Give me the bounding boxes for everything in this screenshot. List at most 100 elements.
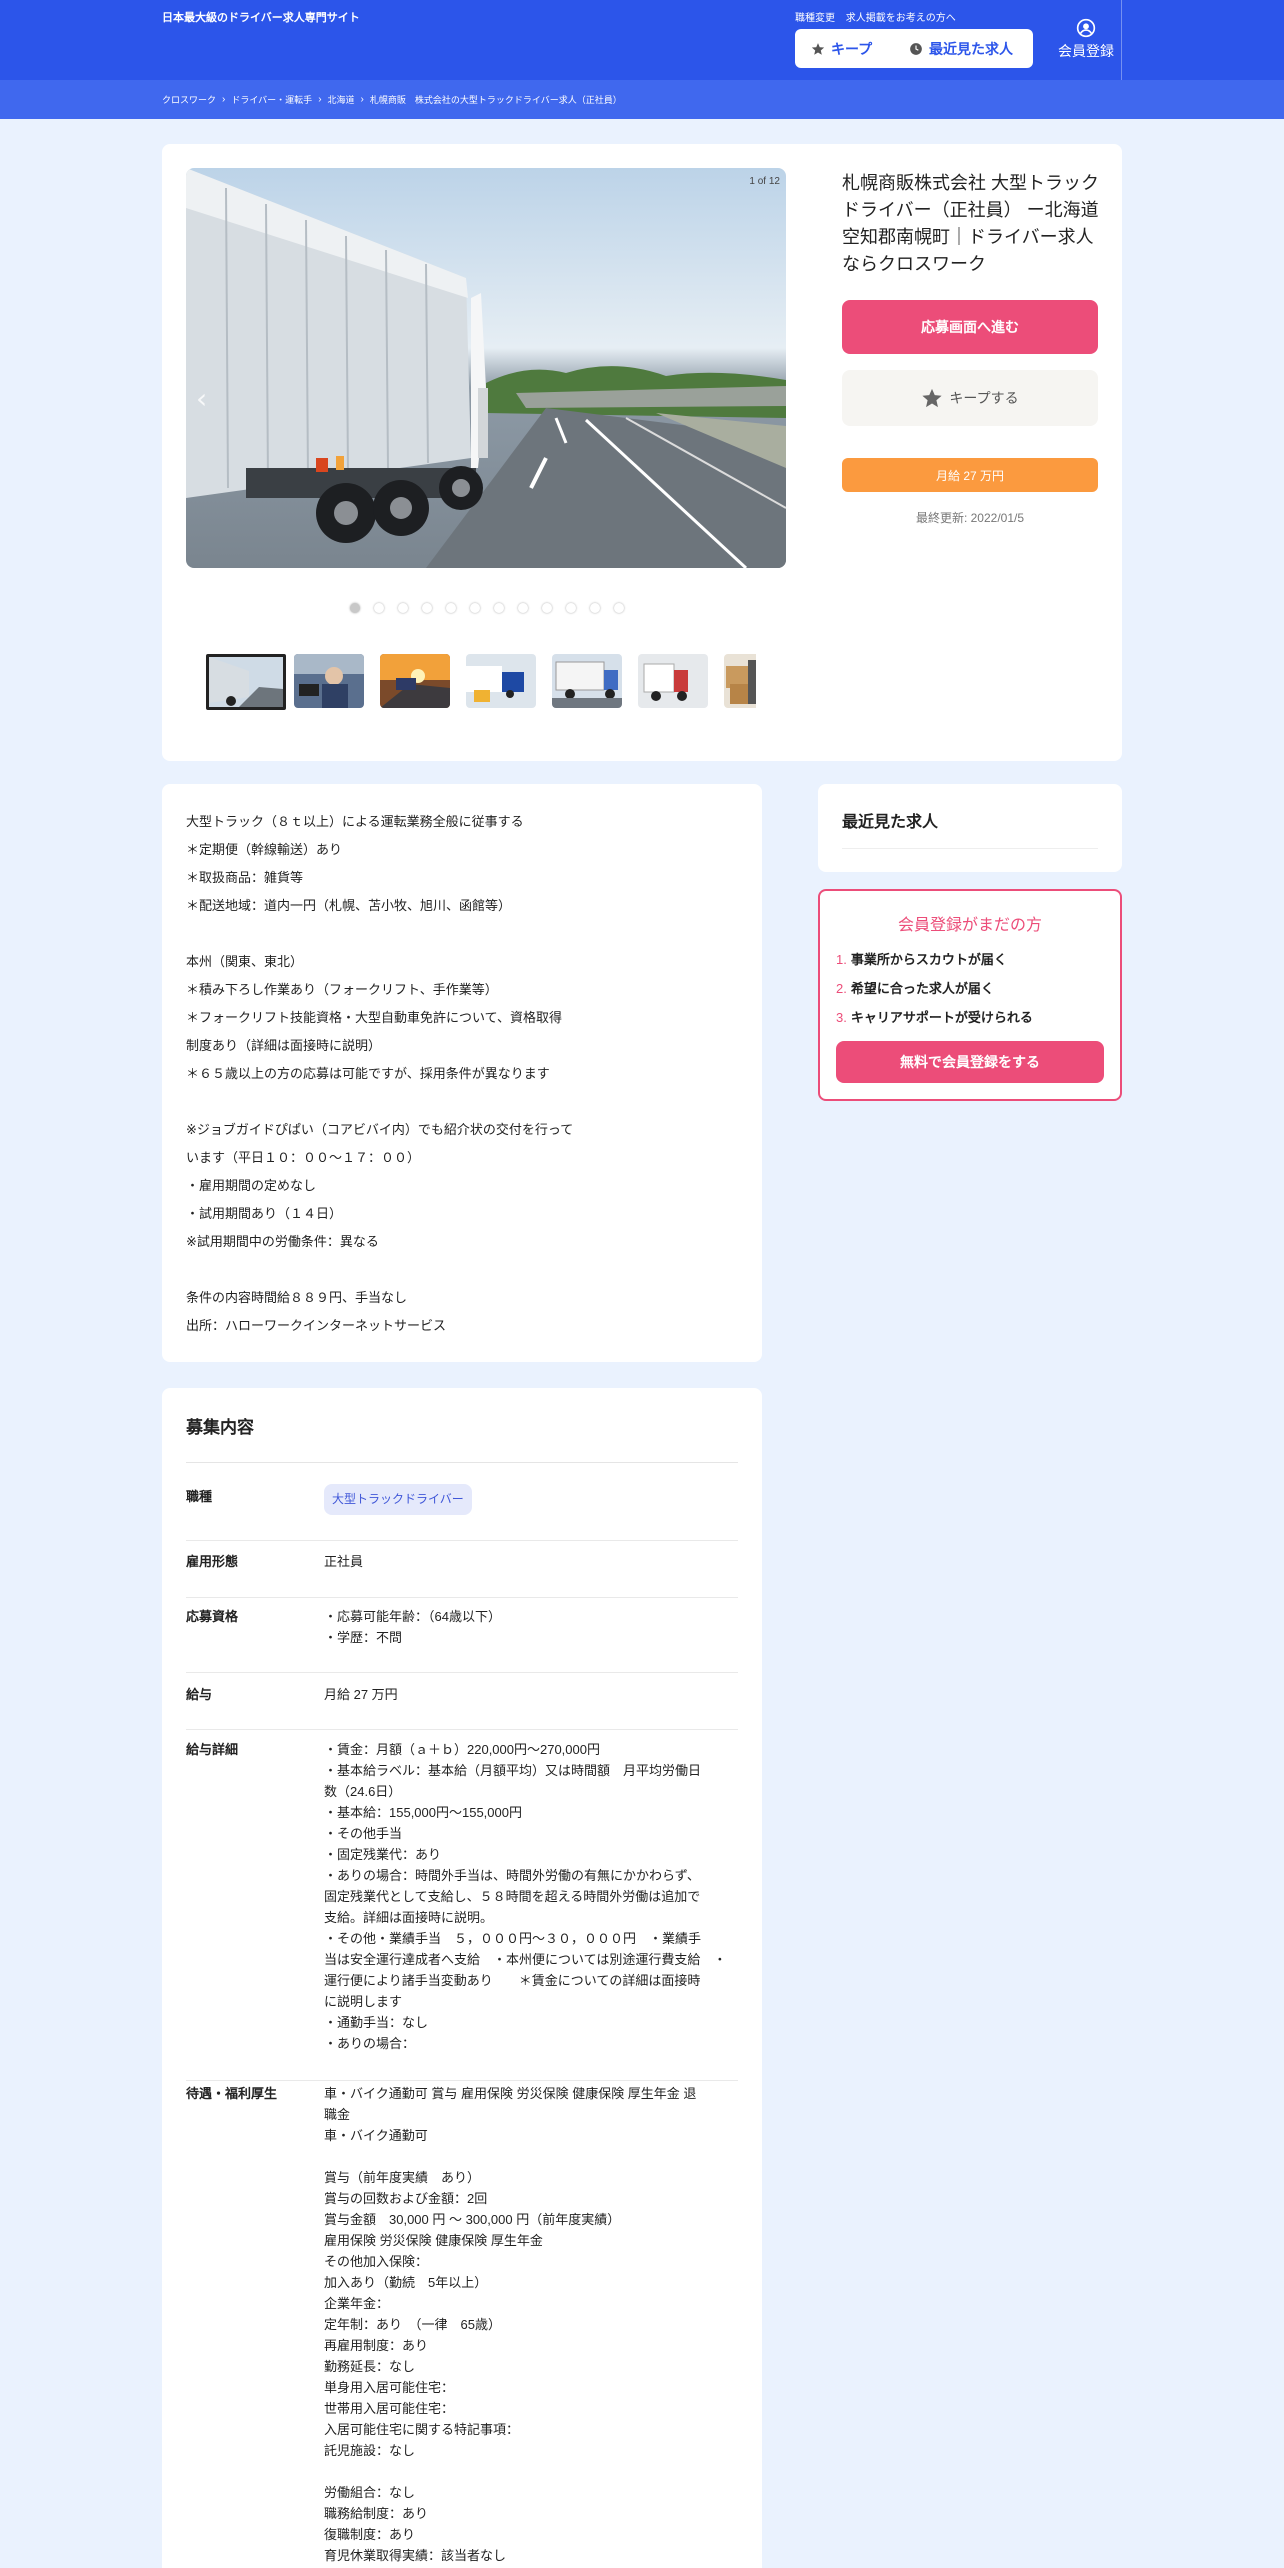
- requirements-title: 募集内容: [186, 1418, 254, 1437]
- header-recent-button[interactable]: 最近見た求人: [895, 29, 1013, 68]
- change-job-type-link[interactable]: 職種変更: [795, 13, 835, 24]
- free-register-button[interactable]: 無料で会員登録をする: [836, 1041, 1104, 1083]
- keep-job-button[interactable]: キープする: [842, 370, 1098, 426]
- job-photo-carousel[interactable]: ‹ 1 of 12: [186, 168, 786, 568]
- value-line: 企業年金：: [324, 2296, 390, 2311]
- job-type-chip[interactable]: 大型トラックドライバー: [324, 1484, 472, 1515]
- employer-info-link[interactable]: 求人掲載をお考えの方へ: [846, 13, 956, 24]
- value-line: ・通勤手当：なし: [324, 2015, 429, 2030]
- value-line: に説明します: [324, 1994, 403, 2009]
- row-label: 雇用形態: [186, 1554, 239, 1569]
- thumbnail[interactable]: [206, 654, 286, 710]
- header-keep-button[interactable]: キープ: [795, 29, 895, 68]
- row-salary-detail: 給与詳細 ・賃金：月額（ａ＋ｂ）220,000円〜270,000円 ・基本給ラベル…: [186, 1739, 738, 2081]
- carousel-dot[interactable]: [398, 603, 408, 613]
- thumbnail[interactable]: [638, 654, 708, 708]
- row-value: ・賃金：月額（ａ＋ｂ）220,000円〜270,000円 ・基本給ラベル：基本給（…: [324, 1739, 738, 2054]
- description-line: ＊積み下ろし作業あり（フォークリフト、手作業等）: [186, 982, 498, 997]
- row-value: ・応募可能年齢：（64歳以下） ・学歴：不問: [324, 1606, 738, 1648]
- value-line: 当は安全運行達成者へ支給 ・本州便については別途運行費支給 ・: [324, 1952, 727, 1967]
- clock-icon: [910, 42, 922, 55]
- value-line: 雇用保険 労災保険 健康保険 厚生年金: [324, 2233, 543, 2248]
- carousel-dot[interactable]: [494, 603, 504, 613]
- description-line: ・試用期間あり（１４日）: [186, 1206, 343, 1221]
- carousel-dot[interactable]: [350, 603, 360, 613]
- row-value: 車・バイク通勤可 賞与 雇用保険 労災保険 健康保険 厚生年金 退職金車・バイク…: [324, 2083, 738, 2566]
- carousel-dot[interactable]: [446, 603, 456, 613]
- chevron-right-icon: ›: [360, 94, 364, 105]
- value-line: ・その他・業績手当 ５，０００円〜３０，０００円 ・業績手: [324, 1931, 702, 1946]
- value-line: 復職制度：あり: [324, 2527, 416, 2542]
- value-line: 支給。詳細は面接時に説明。: [324, 1910, 494, 1925]
- row-benefits: 待遇・福利厚生 車・バイク通勤可 賞与 雇用保険 労災保険 健康保険 厚生年金 …: [186, 2083, 738, 2568]
- value-line: ・ありの場合：時間外手当は、時間外労働の有無にかかわらず、: [324, 1868, 700, 1883]
- row-salary: 給与 月給 27 万円: [186, 1684, 738, 1730]
- value-line: 数（24.6日）: [324, 1784, 402, 1799]
- list-number: 3.: [836, 1010, 847, 1025]
- value-line: 運行便により諸手当変動あり ＊賃金についての詳細は面接時: [324, 1973, 701, 1988]
- carousel-dot[interactable]: [566, 603, 576, 613]
- thumbnail[interactable]: [724, 654, 756, 708]
- value-line: 車・バイク通勤可: [324, 2128, 428, 2143]
- list-item: 2. 希望に合った求人が届く: [836, 974, 1033, 1003]
- job-description-card: 大型トラック（８ｔ以上）による運転業務全般に従事する ＊定期便（幹線輸送）あり ＊取…: [162, 784, 762, 1362]
- header-top-links: 職種変更 求人掲載をお考えの方へ: [795, 9, 964, 24]
- list-item: 3. キャリアサポートが受けられる: [836, 1003, 1033, 1032]
- list-text: 希望に合った求人が届く: [850, 981, 994, 996]
- thumbnail[interactable]: [552, 654, 622, 708]
- member-register-link[interactable]: 会員登録: [1053, 18, 1119, 61]
- value-line: 賞与（前年度実績 あり）: [324, 2170, 481, 2185]
- apply-button[interactable]: 応募画面へ進む: [842, 300, 1098, 354]
- thumbnail[interactable]: [466, 654, 536, 708]
- description-line: [186, 920, 738, 948]
- carousel-dot[interactable]: [422, 603, 432, 613]
- value-line: 固定残業代として支給し、５８時間を超える時間外労働は追加で: [324, 1889, 701, 1904]
- carousel-dot[interactable]: [374, 603, 384, 613]
- value-line: ・基本給ラベル：基本給（月額平均）又は時間額 月平均労働日: [324, 1763, 702, 1778]
- value-line: 月給 27 万円: [324, 1687, 398, 1702]
- value-line: 車・バイク通勤可 賞与 雇用保険 労災保険 健康保険 厚生年金 退: [324, 2086, 697, 2101]
- row-qualification: 応募資格 ・応募可能年齢：（64歳以下） ・学歴：不問: [186, 1606, 738, 1673]
- register-promo-title: 会員登録がまだの方: [897, 917, 1042, 934]
- carousel-dot[interactable]: [542, 603, 552, 613]
- description-line: ＊定期便（幹線輸送）あり: [186, 842, 343, 857]
- thumbnail[interactable]: [380, 654, 450, 708]
- site-tagline: 日本最大級のドライバー求人専門サイト: [162, 12, 360, 24]
- register-benefits-list: 1. 事業所からスカウトが届く 2. 希望に合った求人が届く 3. キャリアサポートが…: [836, 945, 1033, 1032]
- carousel-dot[interactable]: [518, 603, 528, 613]
- row-label: 給与詳細: [186, 1742, 239, 1757]
- row-label: 給与: [186, 1687, 213, 1702]
- requirements-card: 募集内容 職種 大型トラックドライバー 雇用形態 正社員 応募資格 ・応募可能年…: [162, 1388, 762, 2568]
- carousel-dot[interactable]: [590, 603, 600, 613]
- value-line: [324, 2146, 738, 2167]
- job-title: 札幌商販株式会社 大型トラックドライバー（正社員） ー北海道空知郡南幌町｜ドライ…: [842, 173, 1099, 274]
- value-line: 労働組合：なし: [324, 2485, 416, 2500]
- carousel-dots: [350, 603, 638, 613]
- description-line: 大型トラック（８ｔ以上）による運転業務全般に従事する: [186, 814, 524, 829]
- value-line: 職金: [324, 2107, 351, 2122]
- last-updated: 最終更新: 2022/01/5: [915, 511, 1025, 525]
- carousel-dot[interactable]: [614, 603, 624, 613]
- row-job-type: 職種 大型トラックドライバー: [186, 1484, 738, 1541]
- header-button-group: キープ 最近見た求人: [795, 29, 1033, 68]
- photo-thumbnails: [206, 654, 756, 710]
- breadcrumb-item[interactable]: ドライバー・運転手: [231, 93, 312, 106]
- description-line: ※試用期間中の労働条件：異なる: [186, 1234, 379, 1249]
- header-divider: [1121, 0, 1122, 80]
- breadcrumb-item[interactable]: 北海道: [328, 93, 355, 106]
- divider: [842, 848, 1098, 849]
- truck-photo: ‹: [186, 168, 786, 568]
- value-line: ・ありの場合：: [324, 2036, 416, 2051]
- value-line: その他加入保険：: [324, 2254, 429, 2269]
- description-line: [186, 1256, 738, 1284]
- list-item: 1. 事業所からスカウトが届く: [836, 945, 1033, 974]
- value-line: ・固定残業代：あり: [324, 1847, 442, 1862]
- star-icon: [811, 42, 825, 55]
- value-line: 入居可能住宅に関する特記事項：: [324, 2422, 520, 2437]
- carousel-dot[interactable]: [470, 603, 480, 613]
- value-line: [324, 2461, 738, 2482]
- value-line: 育児休業取得実績：該当者なし: [324, 2548, 507, 2563]
- thumbnail[interactable]: [294, 654, 364, 708]
- divider: [186, 1462, 738, 1463]
- breadcrumb-item[interactable]: クロスワーク: [162, 93, 216, 106]
